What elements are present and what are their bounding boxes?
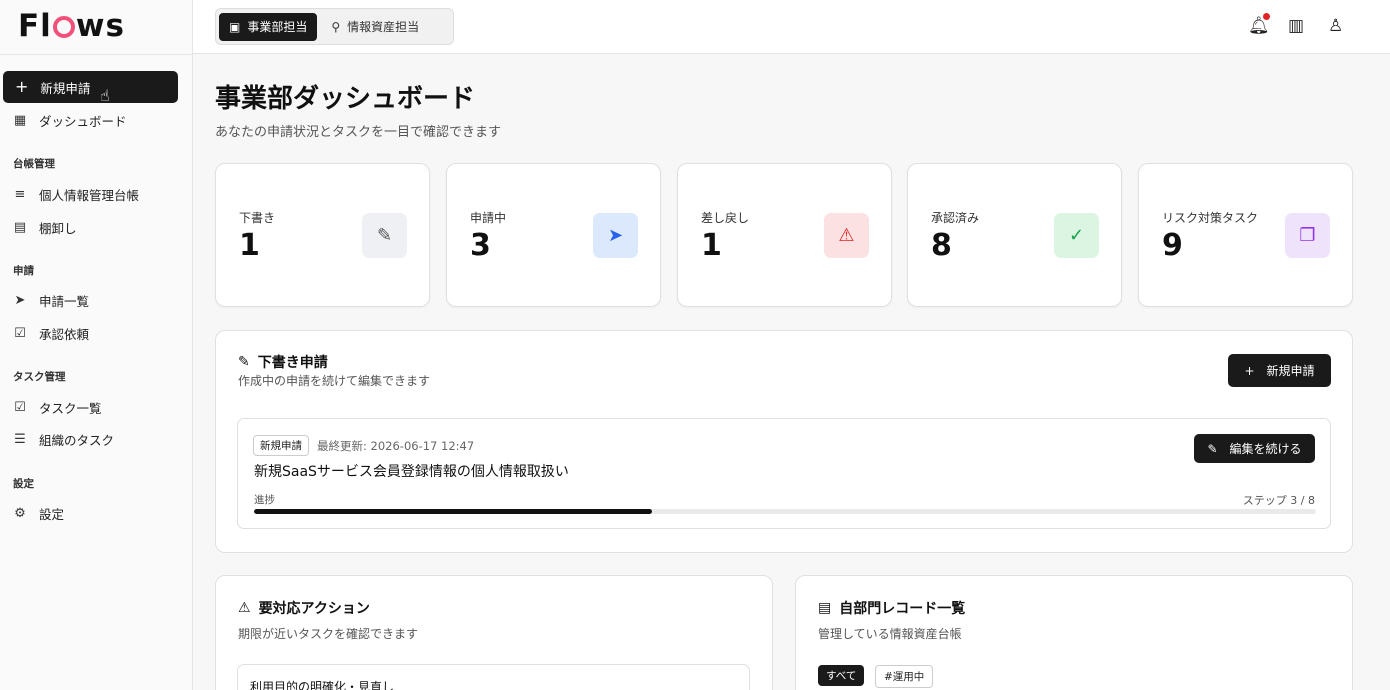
new-request-button[interactable]: + 新規申請	[1228, 354, 1331, 387]
progress-label: 進捗	[254, 494, 275, 506]
document-icon: ▤	[818, 600, 832, 616]
sidebar-item-task-list[interactable]: ☑ タスク一覧	[12, 396, 102, 418]
copy-icon: ❐	[1285, 213, 1330, 258]
button-label: 編集を続ける	[1229, 442, 1302, 456]
progress-bar	[254, 509, 1316, 514]
gear-icon: ⚙	[14, 505, 26, 521]
sidebar-group-request: 申請	[13, 265, 34, 277]
sidebar-item-label: 個人情報管理台帳	[39, 187, 140, 203]
pencil-icon: ✎	[362, 213, 407, 258]
stat-card-approved[interactable]: 承認済み 8 ✓	[907, 163, 1122, 307]
notification-dot	[1263, 13, 1270, 20]
clipboard-check-icon: ☑	[14, 325, 26, 341]
continue-editing-button[interactable]: ✎ 編集を続ける	[1194, 434, 1315, 463]
stat-value: 8	[931, 228, 952, 263]
sidebar-item-label: 棚卸し	[39, 220, 77, 236]
sidebar-item-label: 申請一覧	[39, 293, 90, 309]
action-item[interactable]: 利用目的の明確化・見直し	[237, 664, 750, 690]
records-subtitle: 管理している情報資産台帳	[818, 627, 962, 641]
draft-item[interactable]: 新規申請 最終更新: 2026-06-17 12:47 新規SaaSサービス会員…	[237, 418, 1331, 529]
page-title: 事業部ダッシュボード	[215, 84, 476, 114]
tab-asset-role[interactable]: ⚲ 情報資産担当	[321, 13, 429, 41]
stat-value: 9	[1162, 228, 1183, 263]
building-icon[interactable]: ▥	[1288, 16, 1304, 36]
checkbox-icon: ☑	[14, 399, 26, 415]
pencil-icon: ✎	[238, 354, 250, 370]
sidebar-item-label: タスク一覧	[39, 400, 102, 416]
divider	[0, 54, 193, 55]
stat-card-risk-tasks[interactable]: リスク対策タスク 9 ❐	[1138, 163, 1353, 307]
pointer-cursor-icon: ☝	[100, 86, 110, 105]
sidebar-item-approval[interactable]: ☑ 承認依頼	[12, 322, 89, 344]
sidebar-item-org-tasks[interactable]: ☰ 組織のタスク	[12, 428, 114, 450]
tab-business-role[interactable]: ▣ 事業部担当	[219, 12, 318, 41]
new-request-button[interactable]: + 新規申請	[3, 71, 178, 103]
sidebar-item-label: 承認依頼	[39, 326, 90, 342]
filter-chip-active[interactable]: #運用中	[875, 665, 934, 688]
sidebar-item-label: 組織のタスク	[39, 432, 115, 448]
check-circle-icon: ✓	[1054, 213, 1099, 258]
sidebar: Fl ws + 新規申請 ☝ ▦ ダッシュボード 台帳管理 ≡ 個人情報管理台帳 …	[0, 0, 193, 690]
flows-logo[interactable]: Fl ws	[18, 8, 125, 44]
stat-label: リスク対策タスク	[1162, 211, 1259, 225]
sidebar-item-inventory[interactable]: ▤ 棚卸し	[12, 216, 77, 238]
draft-tag: 新規申請	[253, 435, 309, 456]
stat-value: 1	[239, 228, 260, 263]
tab-label: 情報資産担当	[347, 20, 420, 34]
stat-value: 3	[470, 228, 491, 263]
briefcase-icon: ▣	[229, 19, 241, 34]
drafts-title-text: 下書き申請	[257, 355, 328, 371]
warning-icon: ⚠	[238, 600, 251, 616]
stat-value: 1	[701, 228, 722, 263]
sidebar-item-personal-ledger[interactable]: ≡ 個人情報管理台帳	[12, 183, 139, 205]
stat-card-draft[interactable]: 下書き 1 ✎	[215, 163, 430, 307]
filter-chip-all[interactable]: すべて	[818, 665, 865, 686]
role-switcher: ▣ 事業部担当 ⚲ 情報資産担当	[215, 8, 454, 45]
page-subtitle: あなたの申請状況とタスクを一目で確認できます	[215, 125, 502, 140]
send-icon: ➤	[593, 213, 638, 258]
sidebar-item-label: ダッシュボード	[39, 113, 127, 129]
pencil-icon: ✎	[1207, 441, 1218, 456]
progress-step: ステップ 3 / 8	[1242, 494, 1315, 507]
sidebar-item-settings[interactable]: ⚙ 設定	[12, 502, 64, 524]
warning-icon: ⚠	[824, 213, 869, 258]
actions-subtitle: 期限が近いタスクを確認できます	[238, 627, 419, 641]
user-key-icon: ⚲	[331, 19, 341, 34]
stat-label: 承認済み	[931, 211, 980, 225]
sidebar-group-ledger: 台帳管理	[13, 158, 55, 170]
actions-title-text: 要対応アクション	[258, 601, 370, 617]
drafts-title: ✎ 下書き申請	[238, 352, 328, 372]
send-icon: ➤	[14, 292, 26, 308]
stat-label: 下書き	[239, 211, 276, 225]
draft-name: 新規SaaSサービス会員登録情報の個人情報取扱い	[254, 464, 569, 480]
button-label: 新規申請	[1266, 364, 1315, 378]
sidebar-item-dashboard[interactable]: ▦ ダッシュボード	[12, 109, 127, 131]
records-title-text: 自部門レコード一覧	[839, 601, 966, 617]
records-title: ▤ 自部門レコード一覧	[818, 598, 965, 618]
stat-label: 申請中	[470, 211, 507, 225]
draft-meta: 新規申請 最終更新: 2026-06-17 12:47	[253, 435, 474, 456]
actions-title: ⚠ 要対応アクション	[238, 598, 370, 618]
new-request-label: 新規申請	[40, 80, 91, 96]
stat-label: 差し戻し	[701, 211, 750, 225]
sidebar-group-settings: 設定	[13, 478, 34, 490]
user-icon[interactable]: ♙	[1328, 16, 1343, 36]
stat-card-submitted[interactable]: 申請中 3 ➤	[446, 163, 661, 307]
sidebar-item-request-list[interactable]: ➤ 申請一覧	[12, 289, 89, 311]
clipboard-icon: ▤	[13, 219, 27, 235]
last-updated: 最終更新: 2026-06-17 12:47	[317, 438, 475, 453]
sidebar-group-task: タスク管理	[13, 371, 66, 383]
stat-card-returned[interactable]: 差し戻し 1 ⚠	[677, 163, 892, 307]
plus-icon: +	[1244, 363, 1255, 378]
progress-fill	[254, 509, 653, 514]
tab-label: 事業部担当	[247, 20, 308, 34]
database-icon: ≡	[14, 186, 26, 202]
top-header: ▣ 事業部担当 ⚲ 情報資産担当 🔔︎ ▥ ♙	[193, 0, 1390, 54]
list-check-icon: ☰	[14, 431, 26, 447]
plus-icon: +	[15, 77, 29, 96]
drafts-subtitle: 作成中の申請を続けて編集できます	[238, 374, 431, 388]
sidebar-item-label: 設定	[39, 506, 65, 522]
grid-icon: ▦	[13, 112, 27, 128]
